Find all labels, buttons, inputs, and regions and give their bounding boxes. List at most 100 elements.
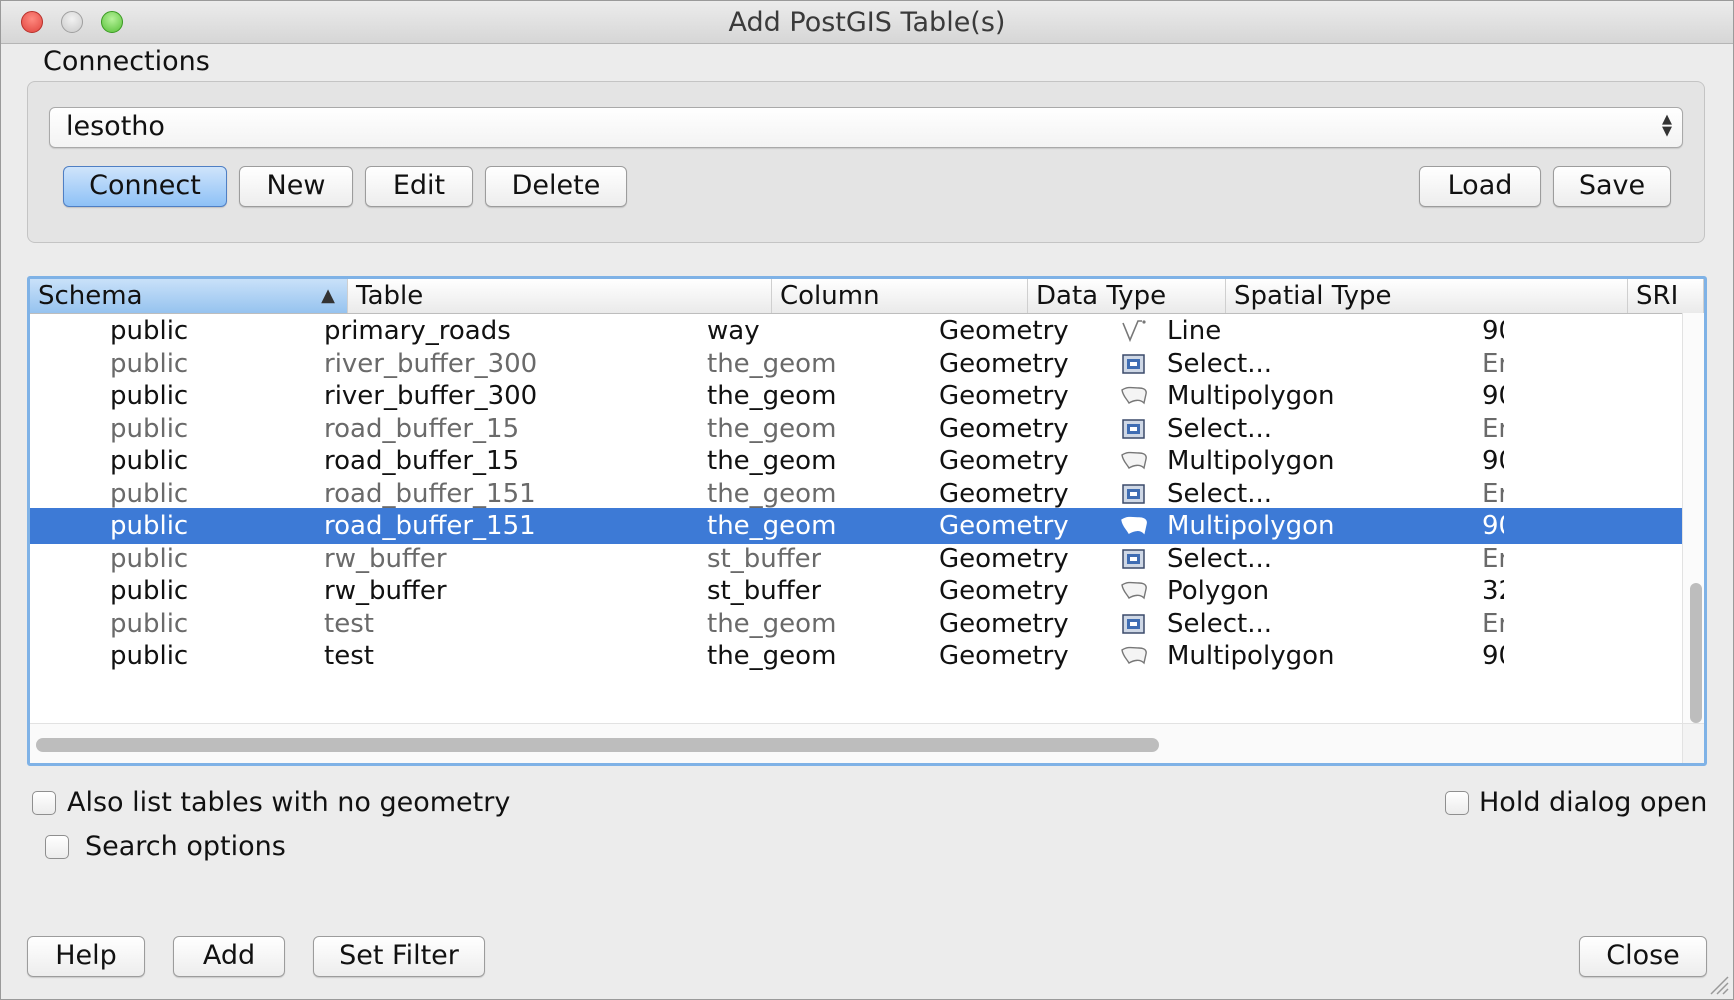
cell-spatial-type: Select... <box>1167 478 1273 509</box>
load-button[interactable]: Load <box>1419 166 1541 207</box>
cell-srid: Ent <box>1482 543 1504 574</box>
cell-spatial-type: Multipolygon <box>1167 641 1335 671</box>
cell-srid: Ent <box>1482 478 1504 509</box>
multipolygon-icon <box>1120 384 1148 408</box>
new-button[interactable]: New <box>239 166 353 207</box>
hold-dialog-checkbox[interactable] <box>1445 791 1469 815</box>
cell-column: the_geom <box>707 381 837 411</box>
cell-spatial-type: Multipolygon <box>1167 446 1335 476</box>
cell-schema: public <box>110 348 189 379</box>
edit-button[interactable]: Edit <box>365 166 473 207</box>
cell-spatial-type: Line <box>1167 316 1222 346</box>
cell-srid: 900 <box>1482 381 1504 411</box>
table-row[interactable]: public river_buffer_300 the_geom Geometry Mu… <box>30 378 1682 414</box>
sort-ascending-icon: ▲ <box>321 285 335 306</box>
table-row[interactable]: public road_buffer_15 the_geom Geometry Mult… <box>30 443 1682 479</box>
search-options-label[interactable]: Search options <box>85 831 286 862</box>
close-button[interactable]: Close <box>1579 936 1707 977</box>
column-header-column[interactable]: Column <box>772 279 1028 313</box>
cell-table: rw_buffer <box>324 543 447 574</box>
cell-column: the_geom <box>707 348 837 379</box>
vertical-scroll-thumb[interactable] <box>1690 583 1702 723</box>
cell-data-type: Geometry <box>939 478 1069 509</box>
column-header-srid[interactable]: SRI <box>1628 279 1704 313</box>
connection-select-value: lesotho <box>66 111 165 142</box>
cell-column: st_buffer <box>707 543 822 574</box>
cell-srid: 900 <box>1482 446 1504 476</box>
cell-srid: 900 <box>1482 641 1504 671</box>
cell-table: test <box>324 641 374 671</box>
table-header: Schema ▲ Table Column Data Type Spatial … <box>30 279 1704 314</box>
cell-data-type: Geometry <box>939 641 1069 671</box>
cell-data-type: Geometry <box>939 543 1069 574</box>
scroll-corner <box>1682 723 1704 763</box>
table-row[interactable]: public road_buffer_151 the_geom Geometry Mul… <box>30 508 1682 544</box>
cell-data-type: Geometry <box>939 608 1069 639</box>
cell-table: road_buffer_151 <box>324 478 536 509</box>
no-geometry-checkbox[interactable] <box>32 791 56 815</box>
delete-button[interactable]: Delete <box>485 166 627 207</box>
multipolygon-icon <box>1120 514 1148 538</box>
cell-table: road_buffer_15 <box>324 446 520 476</box>
polygon-icon <box>1120 579 1148 603</box>
dialog-window: Add PostGIS Table(s) Connections lesotho… <box>0 0 1734 1000</box>
connections-label: Connections <box>43 46 210 77</box>
cell-data-type: Geometry <box>939 576 1069 606</box>
table-row[interactable]: public rw_buffer st_buffer Geometry Polygon 3… <box>30 573 1682 609</box>
select-icon <box>1120 547 1148 571</box>
cell-spatial-type: Select... <box>1167 413 1273 444</box>
table-row[interactable]: public primary_roads way Geometry Line 900 <box>30 313 1682 349</box>
set-filter-button[interactable]: Set Filter <box>313 936 485 977</box>
cell-schema: public <box>110 608 189 639</box>
tables-list[interactable]: Schema ▲ Table Column Data Type Spatial … <box>27 276 1707 766</box>
cell-data-type: Geometry <box>939 381 1069 411</box>
select-icon <box>1120 482 1148 506</box>
table-row[interactable]: public test the_geom Geometry Multipolygon 90… <box>30 638 1682 674</box>
connect-button[interactable]: Connect <box>63 166 227 207</box>
cell-spatial-type: Polygon <box>1167 576 1270 606</box>
multipolygon-icon <box>1120 449 1148 473</box>
horizontal-scrollbar[interactable] <box>30 723 1682 763</box>
cell-spatial-type: Select... <box>1167 543 1273 574</box>
cell-column: the_geom <box>707 413 837 444</box>
cell-spatial-type: Multipolygon <box>1167 381 1335 411</box>
table-row[interactable]: public rw_buffer st_buffer Geometry Select..… <box>30 541 1682 577</box>
save-button[interactable]: Save <box>1553 166 1671 207</box>
table-row[interactable]: public river_buffer_300 the_geom Geometry Se… <box>30 346 1682 382</box>
cell-table: road_buffer_15 <box>324 413 520 444</box>
table-row[interactable]: public road_buffer_15 the_geom Geometry Sele… <box>30 411 1682 447</box>
cell-data-type: Geometry <box>939 511 1069 541</box>
cell-schema: public <box>110 413 189 444</box>
add-button[interactable]: Add <box>173 936 285 977</box>
resize-grip-icon[interactable] <box>1707 973 1729 995</box>
cell-column: way <box>707 316 760 346</box>
connections-group <box>27 81 1705 243</box>
vertical-scrollbar[interactable] <box>1682 313 1704 723</box>
cell-schema: public <box>110 641 189 671</box>
cell-schema: public <box>110 316 189 346</box>
cell-srid: Ent <box>1482 608 1504 639</box>
search-options-checkbox[interactable] <box>45 835 69 859</box>
cell-column: the_geom <box>707 641 837 671</box>
cell-data-type: Geometry <box>939 348 1069 379</box>
column-header-spatial-type[interactable]: Spatial Type <box>1226 279 1628 313</box>
column-header-table[interactable]: Table <box>348 279 772 313</box>
column-header-data-type[interactable]: Data Type <box>1028 279 1226 313</box>
title-bar[interactable]: Add PostGIS Table(s) <box>1 1 1733 44</box>
no-geometry-label[interactable]: Also list tables with no geometry <box>67 787 510 818</box>
cell-table: road_buffer_151 <box>324 511 536 541</box>
horizontal-scroll-thumb[interactable] <box>36 738 1159 752</box>
cell-spatial-type: Select... <box>1167 608 1273 639</box>
cell-data-type: Geometry <box>939 413 1069 444</box>
hold-dialog-label[interactable]: Hold dialog open <box>1479 787 1707 818</box>
table-row[interactable]: public test the_geom Geometry Select... Ent <box>30 606 1682 642</box>
cell-schema: public <box>110 511 189 541</box>
table-row[interactable]: public road_buffer_151 the_geom Geometry Sel… <box>30 476 1682 512</box>
cell-data-type: Geometry <box>939 316 1069 346</box>
cell-spatial-type: Multipolygon <box>1167 511 1335 541</box>
cell-column: st_buffer <box>707 576 822 606</box>
column-header-schema[interactable]: Schema ▲ <box>30 279 348 313</box>
help-button[interactable]: Help <box>27 936 145 977</box>
connection-select[interactable]: lesotho ▲ ▼ <box>49 107 1683 148</box>
cell-srid: Ent <box>1482 413 1504 444</box>
